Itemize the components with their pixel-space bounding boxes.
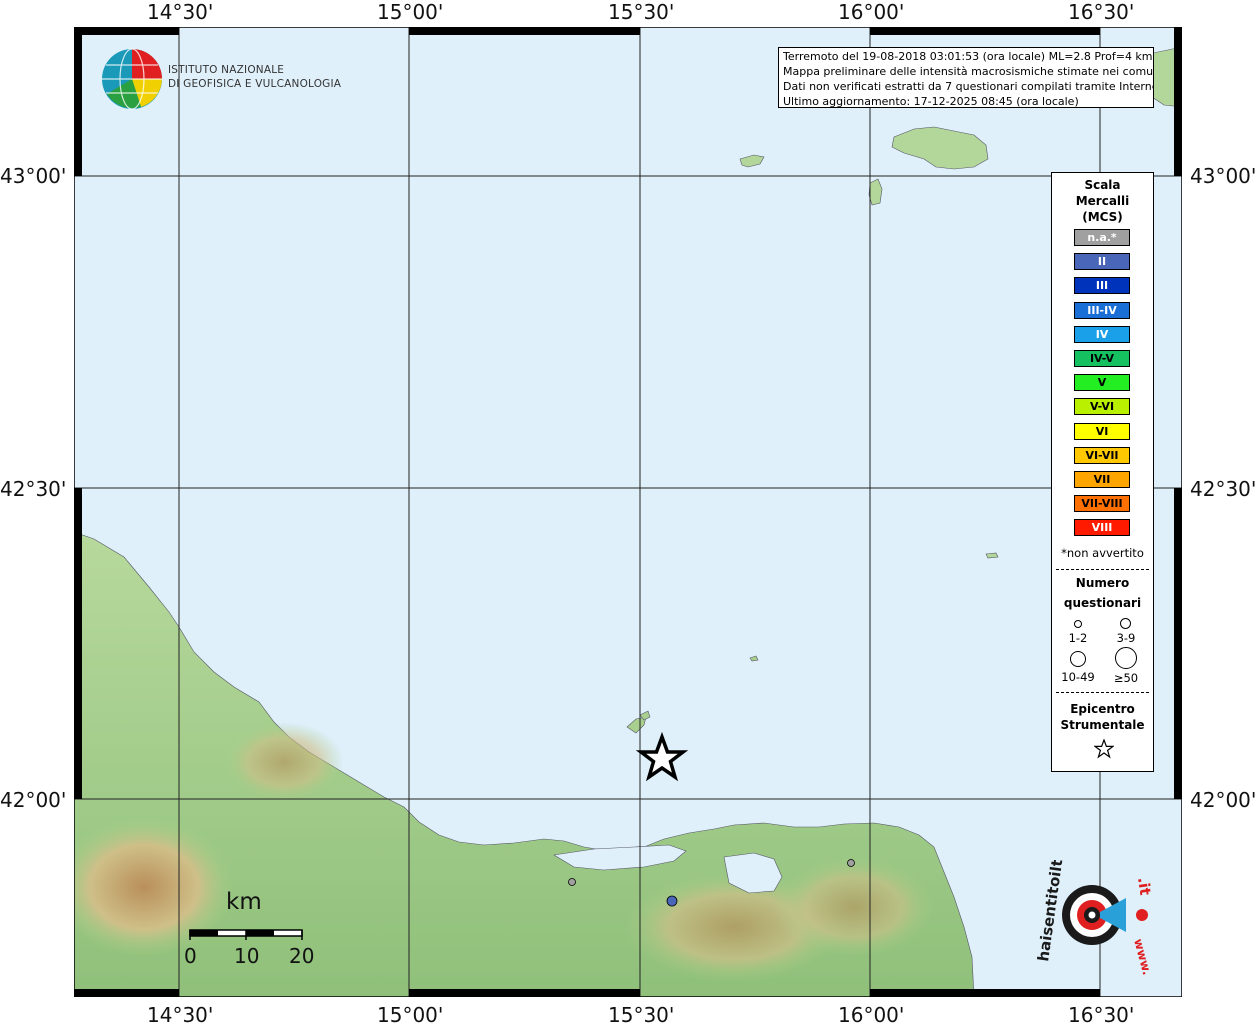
ingv-line-1: ISTITUTO NAZIONALE <box>168 64 285 76</box>
legend-note: *non avvertito <box>1061 546 1144 560</box>
intensity-swatch: III-IV <box>1074 301 1130 319</box>
intensity-swatch: VI <box>1074 422 1130 440</box>
small-island <box>985 552 999 559</box>
scale-bar <box>189 929 303 940</box>
count-label-10-49: 10-49 <box>1061 670 1095 684</box>
lon-label-bottom-1: 14°30' <box>147 1003 214 1027</box>
scale-unit: km <box>226 889 262 915</box>
lat-label-right-2: 42°30' <box>1190 477 1255 501</box>
info-data-source: Dati non verificati estratti da 7 questi… <box>783 80 1154 93</box>
legend-divider <box>1056 692 1149 693</box>
epicenter-title-1: Epicentro <box>1070 702 1135 716</box>
relief-area <box>774 857 934 957</box>
intensity-swatch: V-VI <box>1074 398 1130 416</box>
count-label-3-9: 3-9 <box>1116 631 1136 645</box>
count-symbol-large <box>1070 651 1086 667</box>
intensity-swatch: VIII <box>1074 519 1130 537</box>
intensity-swatch: VII-VIII <box>1074 495 1130 513</box>
lat-label-left-1: 43°00' <box>0 164 67 188</box>
intensity-swatch: II <box>1074 253 1130 271</box>
count-title-2: questionari <box>1063 596 1142 610</box>
count-symbol-small <box>1074 620 1082 628</box>
lat-label-left-2: 42°30' <box>0 477 67 501</box>
legend-title-2: Mercalli <box>1075 194 1130 208</box>
intensity-swatch: n.a.* <box>1074 229 1130 246</box>
lon-label-bottom-4: 16°00' <box>838 1003 905 1027</box>
intensity-swatch: III <box>1074 277 1130 295</box>
hst-logo-www: www. <box>1131 937 1154 975</box>
lon-label-bottom-2: 15°00' <box>377 1003 444 1027</box>
count-label-50: ≥50 <box>1113 671 1139 685</box>
intensity-swatch: V <box>1074 374 1130 392</box>
intensity-swatch: VII <box>1074 471 1130 488</box>
epicenter-title-2: Strumentale <box>1060 718 1145 732</box>
lon-label-bottom-3: 15°30' <box>608 1003 675 1027</box>
legend-panel: Scala Mercalli (MCS) n.a.* II III III-IV IV I… <box>1051 172 1154 772</box>
legend-title-1: Scala <box>1084 178 1121 192</box>
lon-label-top-5: 16°30' <box>1068 0 1135 24</box>
intensity-swatch: VI-VII <box>1074 446 1130 464</box>
earthquake-info-box: Terremoto del 19-08-2018 03:01:53 (ora l… <box>778 47 1154 108</box>
lon-label-top-4: 16°00' <box>838 0 905 24</box>
ingv-line-2: DI GEOFISICA E VULCANOLOGIA <box>168 78 342 90</box>
ingv-logo <box>102 48 162 110</box>
count-symbol-medium <box>1120 618 1131 629</box>
hst-logo: haisentitoilterremoto .it www. <box>1034 860 1154 975</box>
lat-label-left-3: 42°00' <box>0 788 67 812</box>
count-title-1: Numero <box>1075 576 1130 590</box>
legend-title-3: (MCS) <box>1082 210 1123 224</box>
lat-label-right-1: 43°00' <box>1190 164 1255 188</box>
scale-tick-0: 0 <box>184 944 197 968</box>
intensity-swatch: IV-V <box>1074 350 1130 367</box>
ingv-logo-text: ISTITUTO NAZIONALE DI GEOFISICA E VULCAN… <box>168 63 341 91</box>
lon-label-top-2: 15°00' <box>377 0 444 24</box>
hst-logo-text-it: .it <box>1134 876 1154 896</box>
scale-tick-10: 10 <box>234 944 260 968</box>
info-last-update: Ultimo aggiornamento: 17-12-2025 08:45 (… <box>783 95 1079 108</box>
info-description: Mappa preliminare delle intensità macros… <box>783 65 1154 78</box>
count-symbol-xlarge <box>1115 647 1137 669</box>
intensity-swatch: IV <box>1074 325 1130 343</box>
epicenter-legend-star <box>1094 739 1114 759</box>
lon-label-top-3: 15°30' <box>608 0 675 24</box>
lon-label-bottom-5: 16°30' <box>1068 1003 1135 1027</box>
info-event: Terremoto del 19-08-2018 03:01:53 (ora l… <box>783 50 1153 63</box>
lat-label-right-3: 42°00' <box>1190 788 1255 812</box>
relief-area <box>224 722 344 802</box>
count-label-1-2: 1-2 <box>1068 631 1088 645</box>
observation-point-ii[interactable] <box>666 895 678 907</box>
observation-point-na[interactable] <box>847 859 855 867</box>
map-canvas[interactable] <box>74 27 1182 997</box>
lon-label-top-1: 14°30' <box>147 0 214 24</box>
scale-tick-20: 20 <box>289 944 315 968</box>
observation-point-na[interactable] <box>568 878 576 886</box>
legend-divider <box>1056 569 1149 570</box>
